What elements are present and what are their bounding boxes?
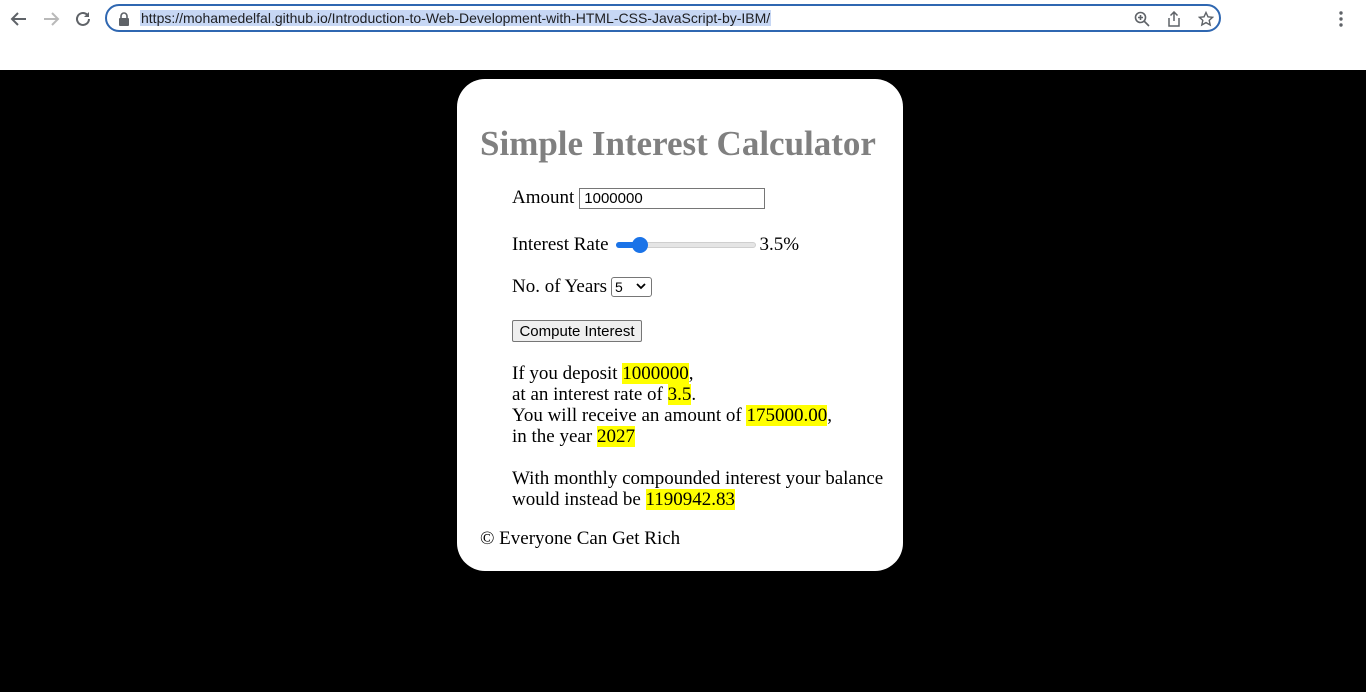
- years-label: No. of Years: [512, 276, 607, 297]
- chevron-down-icon: [636, 283, 646, 290]
- arrow-left-icon: [10, 12, 26, 26]
- star-icon: [1198, 11, 1214, 27]
- rate-value: 3.5%: [759, 234, 800, 255]
- browser-menu-button[interactable]: [1332, 9, 1350, 29]
- bookmark-button[interactable]: [1197, 10, 1215, 28]
- compound-line-2: would instead be 1190942.83: [512, 489, 736, 510]
- compound-line-1: With monthly compounded interest your ba…: [512, 468, 884, 489]
- years-selected-value: 5: [615, 279, 623, 295]
- share-icon: [1168, 11, 1180, 27]
- result-text: .: [691, 384, 697, 405]
- url-text[interactable]: https://mohamedelfal.github.io/Introduct…: [140, 10, 772, 26]
- back-button[interactable]: [8, 8, 30, 30]
- compute-interest-button[interactable]: Compute Interest: [512, 320, 642, 342]
- rate-label: Interest Rate: [512, 234, 609, 255]
- footer-text: © Everyone Can Get Rich: [480, 528, 681, 549]
- rate-highlight: 3.5: [667, 384, 692, 405]
- result-line-deposit: If you deposit 1000000,: [512, 363, 694, 384]
- rate-row: Interest Rate 3.5%: [512, 234, 799, 256]
- year-highlight: 2027: [596, 426, 635, 447]
- reload-icon: [76, 11, 90, 26]
- amount-input[interactable]: 1000000: [579, 187, 766, 209]
- rate-slider[interactable]: [615, 237, 756, 253]
- more-vert-icon: [1339, 11, 1343, 27]
- amount-label: Amount: [512, 187, 575, 208]
- calculator-card: Simple Interest Calculator Amount 100000…: [457, 79, 903, 571]
- amount-highlight: 175000.00: [746, 405, 828, 426]
- arrow-right-icon: [44, 12, 60, 26]
- share-button[interactable]: [1165, 10, 1183, 28]
- result-line-rate: at an interest rate of 3.5.: [512, 384, 696, 405]
- amount-row: Amount 1000000: [512, 187, 766, 209]
- result-text: at an interest rate of: [512, 384, 668, 405]
- years-row: No. of Years 5: [512, 276, 652, 298]
- deposit-highlight: 1000000: [622, 363, 689, 384]
- result-text: If you deposit: [512, 363, 623, 384]
- result-text: You will receive an amount of: [512, 405, 747, 426]
- result-line-amount: You will receive an amount of 175000.00,: [512, 405, 832, 426]
- compound-value-highlight: 1190942.83: [645, 489, 736, 510]
- browser-toolbar: https://mohamedelfal.github.io/Introduct…: [0, 0, 1366, 70]
- zoom-icon: [1134, 11, 1150, 27]
- slider-thumb[interactable]: [631, 237, 648, 253]
- result-text: ,: [688, 363, 694, 384]
- years-select[interactable]: 5: [611, 277, 652, 297]
- forward-button[interactable]: [40, 8, 62, 30]
- reload-button[interactable]: [72, 8, 94, 30]
- result-text: ,: [827, 405, 832, 426]
- result-line-year: in the year 2027: [512, 426, 635, 447]
- page-title: Simple Interest Calculator: [480, 124, 876, 163]
- address-bar[interactable]: https://mohamedelfal.github.io/Introduct…: [105, 4, 1221, 32]
- result-text: would instead be: [512, 489, 646, 510]
- result-text: in the year: [512, 426, 597, 447]
- zoom-button[interactable]: [1133, 10, 1151, 28]
- lock-icon: [119, 12, 129, 26]
